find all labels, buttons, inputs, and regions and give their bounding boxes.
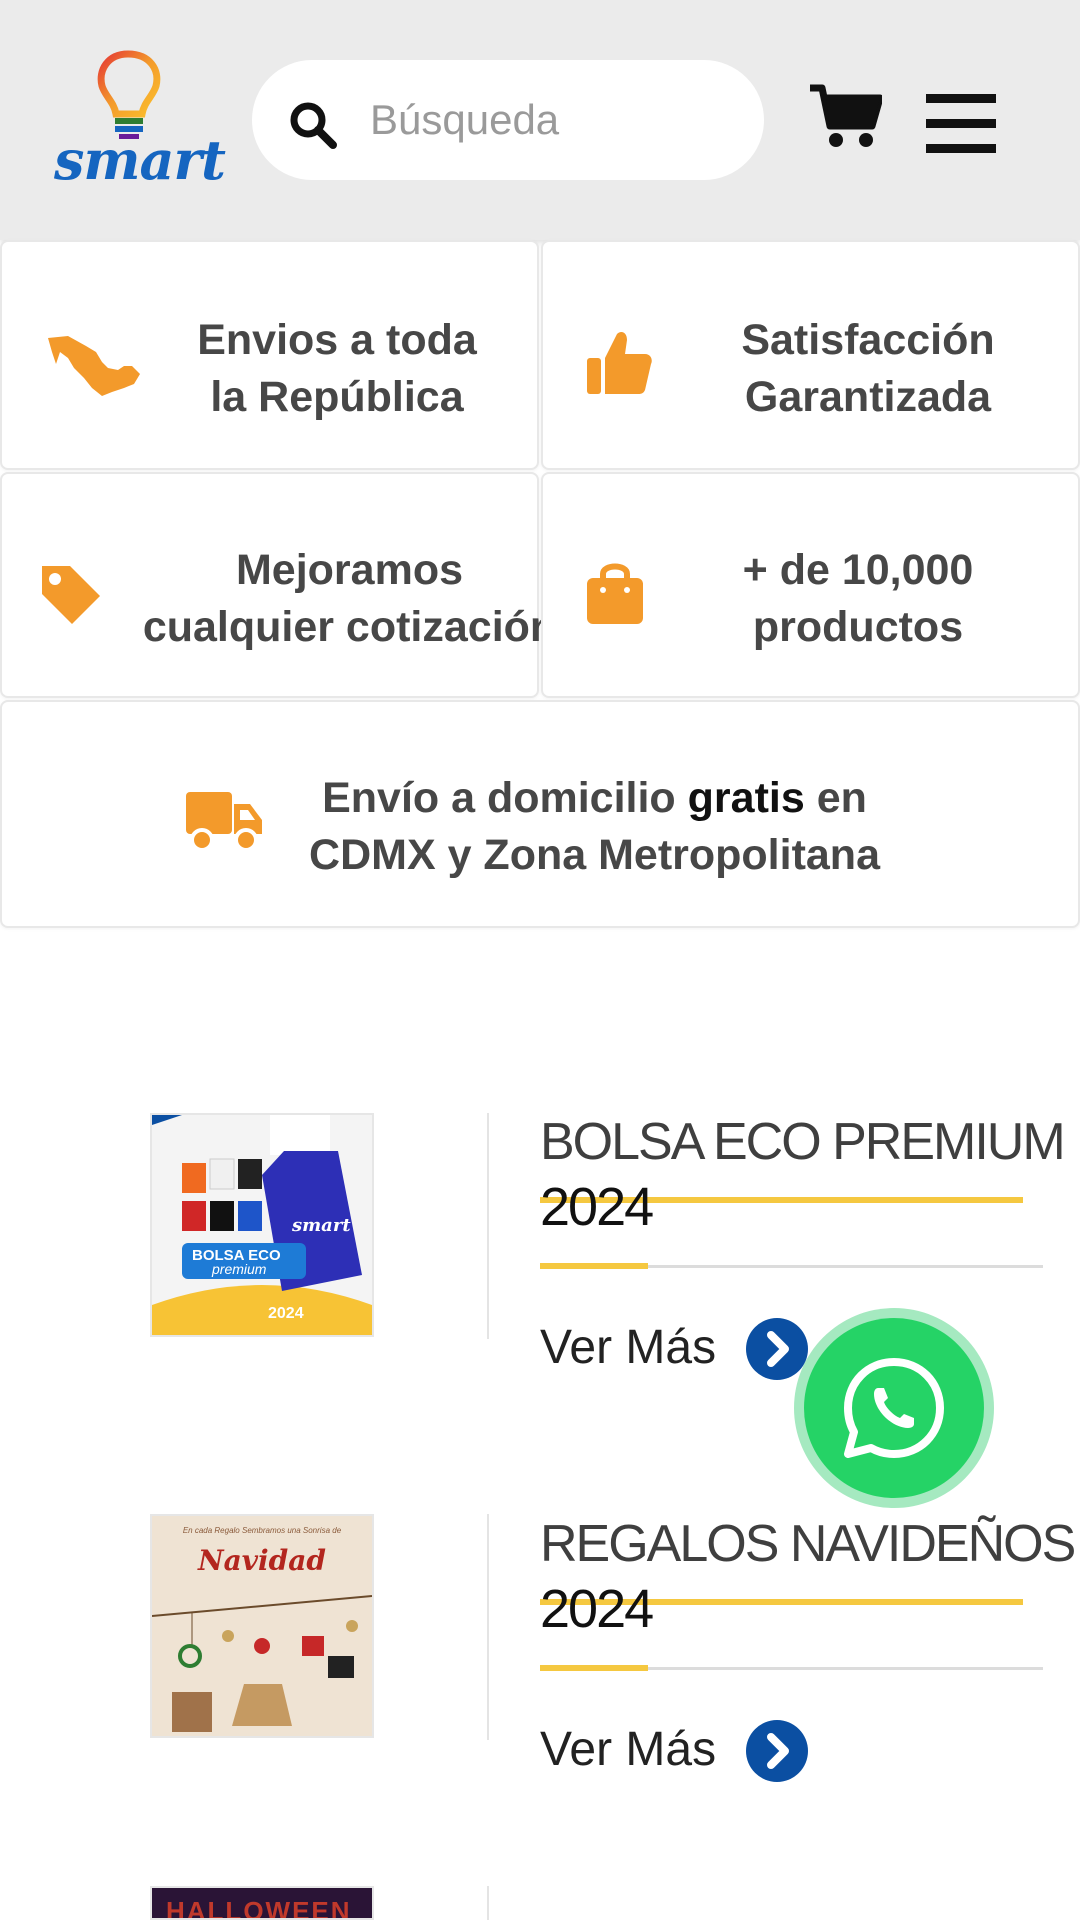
- feature-satisfaction: Satisfacción Garantizada: [541, 240, 1080, 470]
- feature-text: Mejoramos cualquier cotización: [142, 546, 557, 651]
- cart-icon[interactable]: [810, 84, 882, 150]
- image-brand: smart: [292, 1215, 351, 1236]
- product-year: 2024: [540, 1579, 654, 1639]
- whatsapp-button[interactable]: [804, 1318, 984, 1498]
- logo-wordmark: smart: [54, 128, 226, 192]
- shopping-bag-icon: [587, 563, 643, 624]
- product-image-bolsa-eco[interactable]: smart BOLSA ECO premium 2024: [150, 1113, 374, 1337]
- product-image-halloween[interactable]: HALLOWEEN: [150, 1886, 374, 1920]
- site-header: smart: [0, 0, 1080, 240]
- image-title: HALLOWEEN: [166, 1896, 352, 1920]
- product-title: REGALOS NAVIDEÑOS: [540, 1515, 1076, 1573]
- feature-text: Envios a toda la República: [197, 316, 477, 421]
- product-image-regalos-navidenos[interactable]: En cada Regalo Sembramos una Sonrisa de …: [150, 1514, 374, 1738]
- separator-accent: [540, 1263, 648, 1269]
- feature-nationwide-shipping: Envios a toda la República: [0, 240, 539, 470]
- mexico-map-icon: [48, 336, 140, 396]
- smart-logo[interactable]: smart: [50, 48, 226, 198]
- search-bar[interactable]: [252, 60, 764, 180]
- feature-text: + de 10,000 productos: [742, 546, 974, 651]
- hamburger-menu-icon[interactable]: [926, 94, 996, 154]
- feature-free-delivery: Envío a domicilio gratis en CDMX y Zona …: [0, 700, 1080, 928]
- image-title: Navidad: [198, 1544, 326, 1577]
- feature-text: Satisfacción Garantizada: [741, 316, 995, 421]
- arrow-right-icon[interactable]: [746, 1318, 808, 1380]
- arrow-right-icon[interactable]: [746, 1720, 808, 1782]
- ver-mas-link[interactable]: Ver Más: [540, 1722, 716, 1777]
- image-tagline: En cada Regalo Sembramos una Sonrisa de: [182, 1526, 342, 1535]
- divider: [487, 1113, 489, 1339]
- product-year: 2024: [540, 1177, 654, 1237]
- whatsapp-icon: [844, 1358, 944, 1458]
- thumbs-up-icon: [587, 332, 652, 394]
- divider: [487, 1514, 489, 1740]
- search-icon[interactable]: [288, 100, 338, 150]
- separator-accent: [540, 1665, 648, 1671]
- product-title: BOLSA ECO PREMIUM: [540, 1113, 1066, 1171]
- feature-text: Envío a domicilio gratis en CDMX y Zona …: [309, 774, 880, 879]
- feature-best-quote: Mejoramos cualquier cotización: [0, 472, 556, 698]
- image-banner-sub: premium: [212, 1261, 267, 1277]
- delivery-truck-icon: [186, 792, 262, 852]
- image-year: 2024: [268, 1305, 304, 1322]
- feature-products-count: + de 10,000 productos: [541, 472, 1080, 698]
- price-tag-icon: [42, 566, 100, 624]
- ver-mas-link[interactable]: Ver Más: [540, 1320, 716, 1375]
- search-input[interactable]: [370, 90, 730, 150]
- divider: [487, 1886, 489, 1920]
